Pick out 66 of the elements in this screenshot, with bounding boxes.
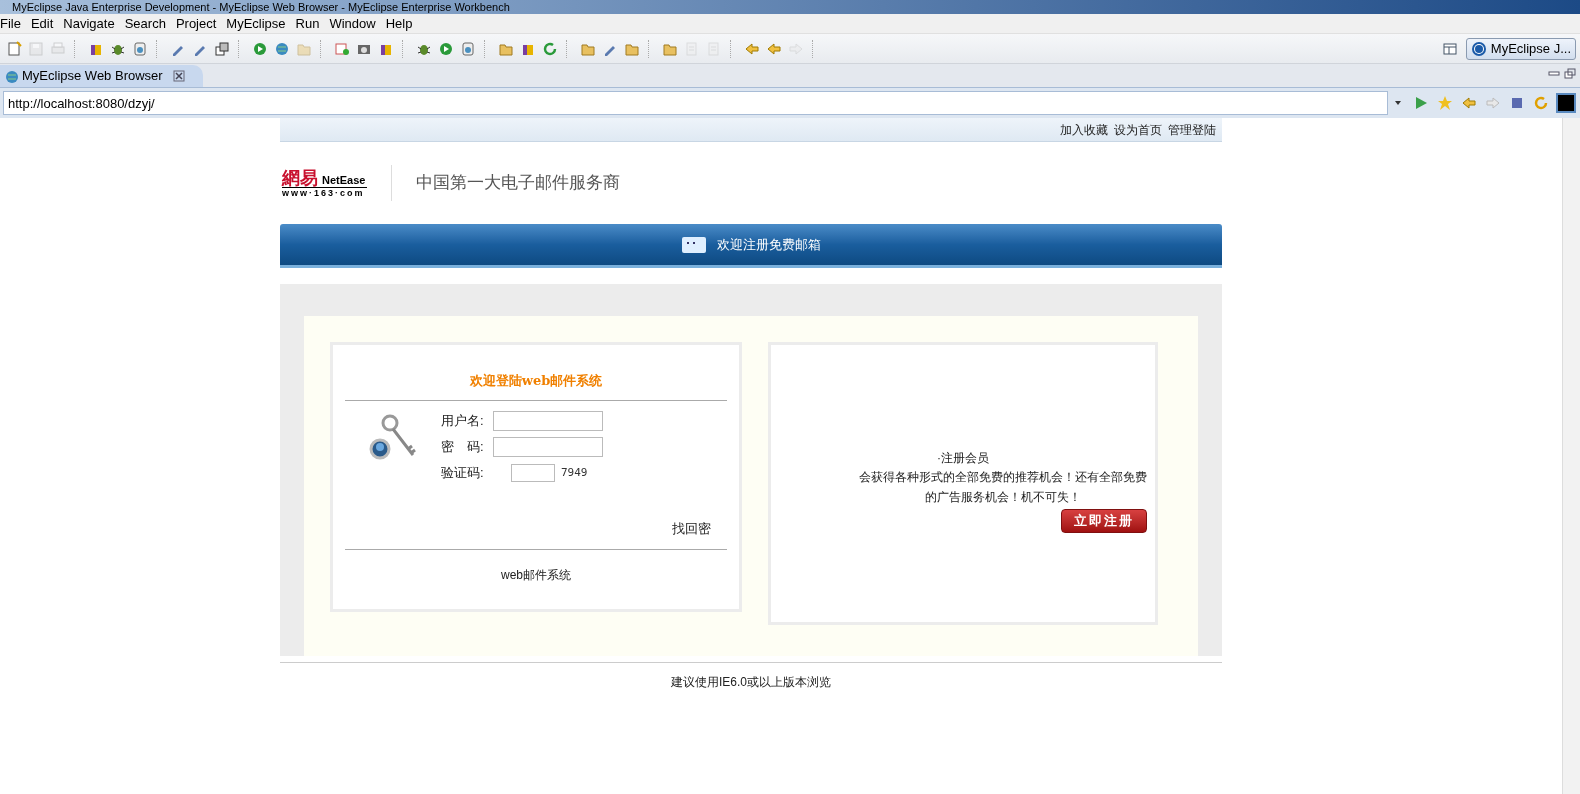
- field-label: 密 码:: [441, 438, 485, 457]
- square-icon: [1509, 95, 1525, 111]
- window-icon: [1441, 40, 1458, 57]
- menu-item[interactable]: Project: [170, 13, 222, 34]
- arrow-left-icon: [766, 40, 782, 57]
- captcha-field[interactable]: [511, 464, 555, 482]
- server-icon: [132, 40, 148, 57]
- document-icon: [6, 40, 22, 57]
- refresh-icon: [1533, 95, 1549, 111]
- menu-item[interactable]: Edit: [25, 13, 59, 34]
- logo-brand-en: NetEase: [322, 172, 366, 187]
- address-field[interactable]: http://localhost:8080/dzyj/: [3, 91, 1388, 115]
- header-link[interactable]: 设为首页: [1114, 120, 1162, 139]
- login-footer: web邮件系统: [345, 550, 727, 584]
- tab-label: MyEclipse Web Browser: [22, 67, 163, 86]
- minimize-button[interactable]: [1548, 69, 1560, 77]
- minimize-icon: [1548, 69, 1560, 77]
- server-icon: [460, 40, 476, 57]
- restore-button[interactable]: [1564, 68, 1576, 79]
- menu-item[interactable]: Navigate: [58, 13, 120, 34]
- logo-brand: 網易: [282, 168, 318, 187]
- banner-text: 欢迎注册免费邮箱: [717, 235, 821, 254]
- close-icon: [172, 70, 185, 82]
- arrow-left-icon: [744, 40, 760, 57]
- play-icon: [438, 40, 454, 57]
- menu-item[interactable]: Run: [290, 13, 325, 34]
- menu-item[interactable]: Window: [324, 13, 381, 34]
- register-heading: ·注册会员: [937, 450, 989, 467]
- arrow-left-icon: [1461, 95, 1477, 111]
- m-logo-icon: [1470, 40, 1487, 57]
- field-label: 验证码:: [441, 464, 485, 483]
- logo-site: www·163·com: [282, 186, 367, 198]
- username-field[interactable]: [493, 411, 603, 431]
- login-title: 欢迎登陆web邮件系统: [468, 371, 604, 390]
- register-button[interactable]: 立即注册: [1061, 509, 1147, 533]
- menu-item[interactable]: Help: [380, 13, 418, 34]
- forgot-password-link[interactable]: 找回密: [672, 519, 711, 539]
- star-icon: [1437, 95, 1453, 111]
- slogan: 中国第一大电子邮件服务商: [416, 172, 620, 195]
- play-icon: [252, 40, 268, 57]
- perspective-button[interactable]: MyEclipse J...: [1465, 37, 1576, 60]
- restore-icon: [1564, 68, 1576, 79]
- arrow-right-icon: [1485, 95, 1501, 111]
- globe-icon: [274, 40, 290, 57]
- refresh-icon: [542, 40, 558, 57]
- globe-icon: [4, 69, 18, 83]
- page-footer: 建议使用IE6.0或以上版本浏览: [280, 663, 1222, 691]
- menu-item[interactable]: Search: [119, 13, 171, 34]
- password-field[interactable]: [493, 437, 603, 457]
- play-icon: [1413, 95, 1429, 111]
- caret-icon: [1394, 99, 1402, 107]
- chat-icon: [681, 235, 707, 254]
- captcha-code: 7949: [561, 464, 588, 481]
- close-button[interactable]: [172, 70, 185, 82]
- menu-item[interactable]: MyEclipse: [221, 13, 291, 34]
- field-label: 用户名:: [441, 412, 485, 431]
- printer-icon: [50, 40, 66, 57]
- header-link[interactable]: 加入收藏: [1060, 120, 1108, 139]
- window-title: MyEclipse Java Enterprise Development - MyEclipse Web Browser - MyEclipse Enterprise Workbench: [12, 0, 510, 14]
- register-text: 会获得各种形式的全部免费的推荐机会！还有全部免费的广告服务机会！机不可失！: [858, 469, 1147, 506]
- export-icon: [334, 40, 350, 57]
- view-swatch: [1556, 93, 1576, 113]
- header-link[interactable]: 管理登陆: [1168, 120, 1216, 139]
- stack-icon: [214, 40, 230, 57]
- menu-item[interactable]: File: [0, 13, 26, 34]
- editor-tab[interactable]: MyEclipse Web Browser: [0, 65, 203, 87]
